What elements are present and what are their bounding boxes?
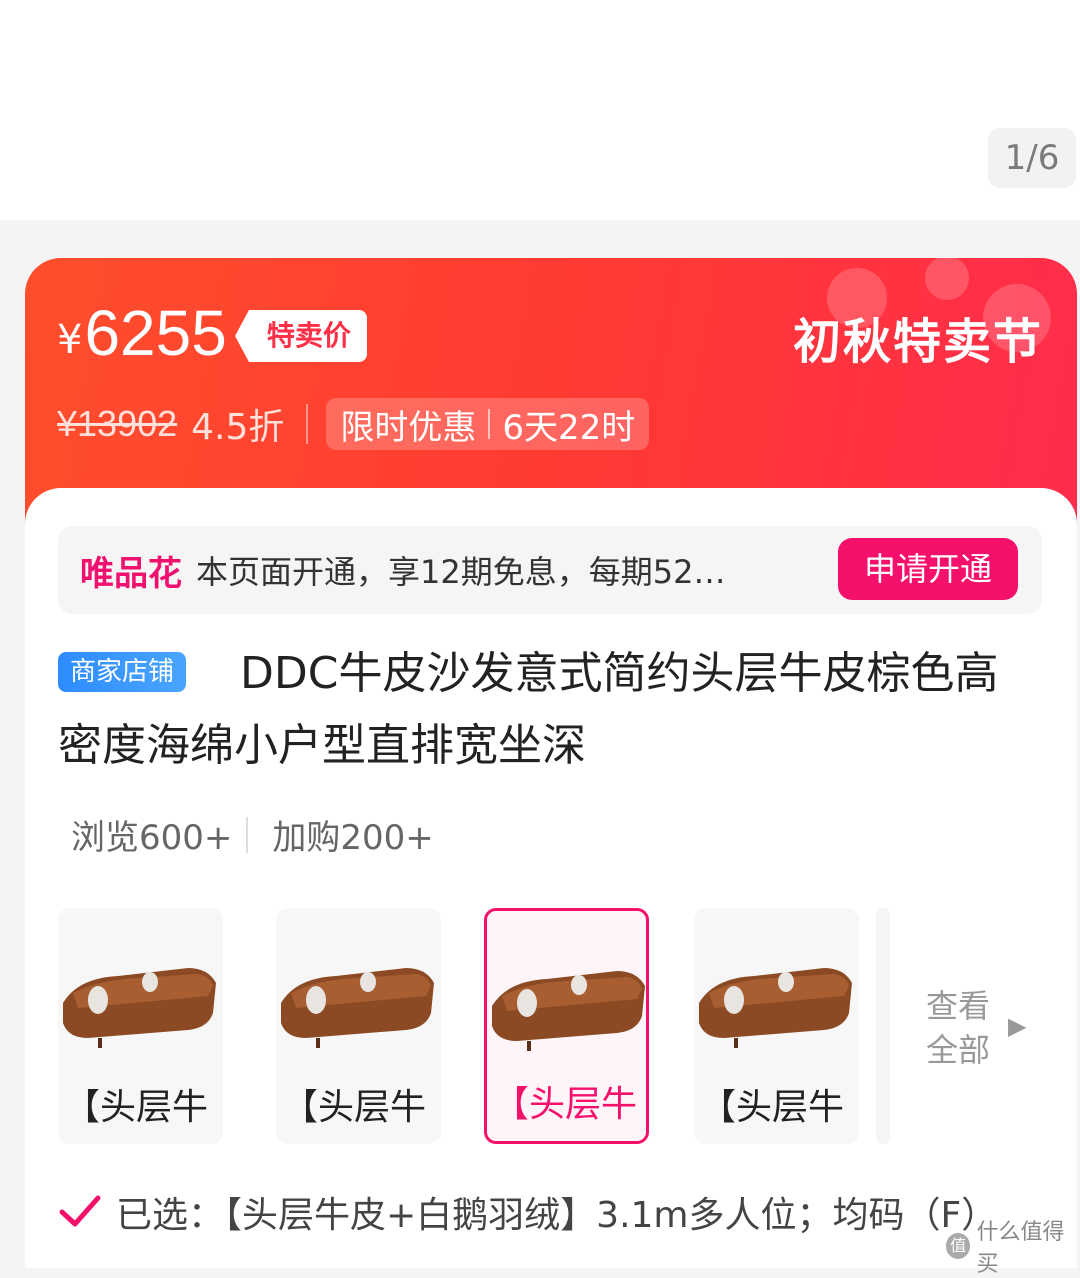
chevron-right-icon: ▶ — [1008, 1012, 1027, 1040]
variant-option[interactable]: 【头层牛 — [694, 908, 859, 1144]
watermark-logo-icon: 值 — [946, 1233, 971, 1259]
variant-option-partial[interactable] — [876, 908, 890, 1144]
price-row: ¥ 6255 特卖价 — [57, 298, 367, 368]
discount-label: 4.5折 — [191, 407, 285, 448]
apply-credit-button[interactable]: 申请开通 — [838, 538, 1018, 600]
original-price-row: ¥13902 4.5折 限时优惠 6天22时 — [57, 398, 650, 450]
sale-price: 6255 — [84, 297, 227, 369]
sofa-thumbnail-icon — [699, 968, 852, 1048]
variant-option-selected[interactable]: 【头层牛 — [484, 908, 649, 1144]
store-badge: 商家店铺 — [58, 652, 187, 692]
variant-selector: 【头层牛 【头层牛 【头层牛 【头层牛 查看全部 ▶ — [58, 908, 1042, 1148]
divider — [488, 409, 491, 439]
sofa-thumbnail-icon — [63, 968, 216, 1048]
limited-offer-label: 限时优惠 — [340, 407, 477, 448]
selected-spec-text: 已选：【头层牛皮+白鹅羽绒】3.1m多人位；均码（F） — [116, 1195, 998, 1236]
gallery-page-counter: 1/6 — [988, 128, 1076, 188]
cart-count: 加购200+ — [272, 818, 434, 858]
variant-label: 【头层牛 — [282, 1087, 427, 1128]
product-gallery[interactable]: 1/6 — [0, 0, 1080, 220]
sofa-thumbnail-icon — [281, 968, 434, 1048]
festival-title: 初秋特卖节 — [792, 314, 1043, 370]
product-title: DDC牛皮沙发意式简约头层牛皮棕色高密度海绵小户型直排宽坐深 — [58, 648, 999, 771]
variant-option[interactable]: 【头层牛 — [276, 908, 441, 1144]
variant-option[interactable]: 【头层牛 — [58, 908, 223, 1144]
watermark-text: 什么值得买 — [976, 1220, 1065, 1277]
product-stats: 浏览600+ 加购200+ — [71, 810, 434, 859]
check-icon — [59, 1195, 101, 1227]
divider — [246, 816, 249, 853]
countdown-timer: 6天22时 — [502, 407, 636, 448]
divider — [306, 404, 309, 444]
credit-installment-bar[interactable]: 唯品花 本页面开通，享12期免息，每期52… 申请开通 — [58, 526, 1042, 614]
variant-label: 【头层牛 — [493, 1084, 638, 1125]
limited-offer-pill: 限时优惠 6天22时 — [326, 398, 650, 450]
variant-label: 【头层牛 — [64, 1087, 209, 1128]
view-all-variants-link[interactable]: 查看全部 — [926, 984, 998, 1072]
original-price: ¥13902 — [57, 403, 178, 444]
variant-label: 【头层牛 — [700, 1087, 845, 1128]
product-info-card: 唯品花 本页面开通，享12期免息，每期52… 申请开通 DDC牛皮沙发意式简约头… — [25, 488, 1077, 1268]
currency-symbol: ¥ — [57, 317, 83, 363]
view-count: 浏览600+ — [71, 818, 233, 858]
sale-price-tag: 特卖价 — [234, 310, 367, 362]
selected-spec-row[interactable]: 已选：【头层牛皮+白鹅羽绒】3.1m多人位；均码（F） — [58, 1186, 997, 1238]
credit-description: 本页面开通，享12期免息，每期52… — [196, 553, 726, 591]
credit-brand: 唯品花 — [80, 553, 182, 594]
site-watermark: 值 什么值得买 — [946, 1214, 1080, 1278]
sofa-thumbnail-icon — [492, 971, 645, 1051]
